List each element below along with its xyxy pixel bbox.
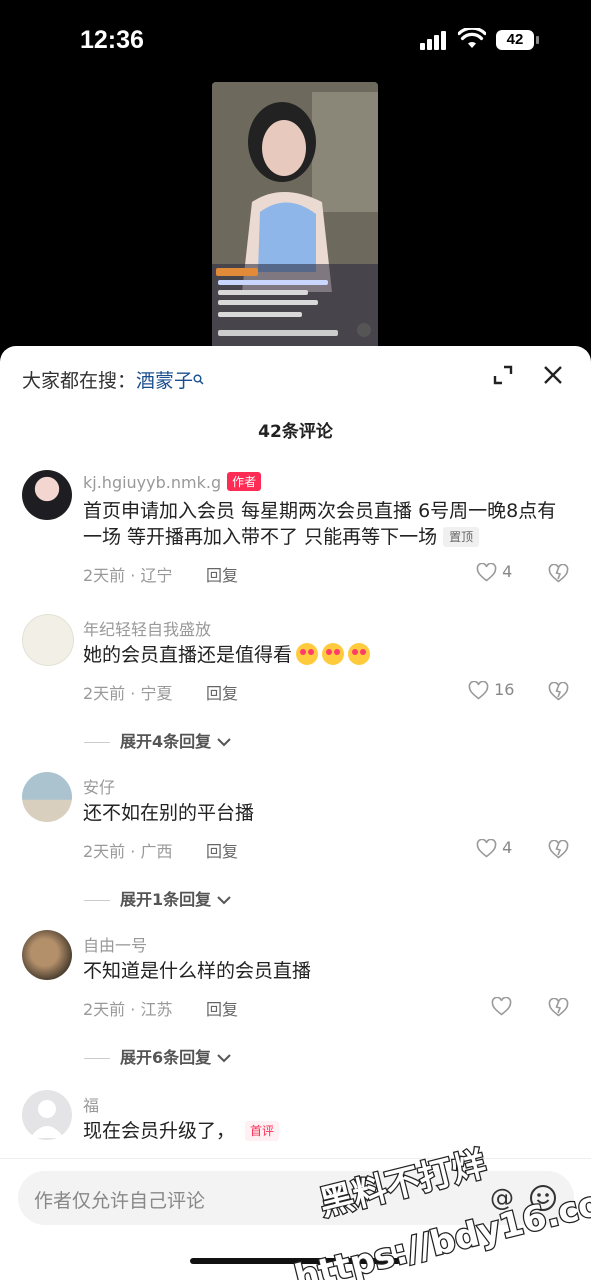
like-button[interactable]: 4: [476, 562, 512, 582]
comment-meta: 2天前 · 宁夏: [83, 684, 173, 703]
status-time: 12:36: [80, 26, 144, 54]
comment-username[interactable]: 安仔: [83, 774, 115, 798]
heart-icon: [468, 681, 489, 700]
heart-icon: [476, 563, 497, 582]
battery-icon: 42: [496, 30, 534, 50]
comment-sheet: 大家都在搜：酒蒙子 42条评论 kj.hgiuyyb.nmk.g 作者 首页申请加…: [0, 346, 591, 1280]
comment-text: 首页申请加入会员 每星期两次会员直播 6号周一晚8点有一场 等开播再加入带不了 …: [83, 500, 557, 548]
reply-button[interactable]: 回复: [206, 996, 238, 1020]
expand-replies-label: 展开6条回复: [120, 1048, 212, 1067]
default-avatar-icon[interactable]: [22, 1090, 72, 1140]
chevron-down-icon: [217, 1054, 231, 1063]
comment-meta: 2天前 · 江苏: [83, 1000, 173, 1019]
first-comment-badge: 首评: [245, 1121, 280, 1141]
comment-text: 还不如在别的平台播: [83, 802, 255, 824]
live-video-preview[interactable]: [212, 82, 378, 350]
reply-button[interactable]: 回复: [206, 680, 238, 704]
dislike-heart-icon[interactable]: [548, 998, 569, 1017]
author-badge: 作者: [227, 472, 262, 491]
like-count: 4: [502, 838, 513, 857]
chevron-down-icon: [217, 896, 231, 905]
search-keyword-link[interactable]: 酒蒙子: [136, 370, 193, 392]
avatar[interactable]: [22, 614, 74, 666]
heart-eyes-emoji-icon: [322, 643, 345, 665]
status-bar: 12:36 42: [0, 0, 591, 80]
heart-icon: [491, 997, 512, 1016]
avatar[interactable]: [22, 772, 72, 822]
close-icon[interactable]: [540, 362, 566, 388]
search-prefix-label: 大家都在搜：: [22, 370, 137, 392]
comment-text: 现在会员升级了，: [83, 1120, 236, 1142]
dislike-heart-icon[interactable]: [548, 682, 569, 701]
reply-button[interactable]: 回复: [206, 838, 238, 862]
input-placeholder: 作者仅允许自己评论: [34, 1190, 206, 1212]
comment-username[interactable]: 福: [83, 1092, 99, 1116]
avatar[interactable]: [22, 930, 72, 980]
comment-text: 不知道是什么样的会员直播: [83, 960, 312, 982]
expand-replies-button[interactable]: 展开6条回复: [84, 1044, 231, 1068]
like-count: 16: [494, 680, 515, 699]
like-button[interactable]: 4: [476, 838, 512, 858]
heart-eyes-emoji-icon: [296, 643, 319, 665]
avatar[interactable]: [22, 470, 72, 520]
comment-meta: 2天前 · 广西: [83, 842, 173, 861]
emoji-icon[interactable]: [529, 1184, 557, 1212]
expand-replies-label: 展开1条回复: [120, 890, 212, 909]
heart-icon: [476, 839, 497, 858]
search-icon: [193, 368, 204, 385]
comment-username[interactable]: 自由一号: [83, 932, 147, 956]
like-button[interactable]: [491, 996, 512, 1016]
comment-username[interactable]: 年纪轻轻自我盛放: [83, 616, 211, 640]
expand-replies-button[interactable]: 展开1条回复: [84, 886, 231, 910]
dislike-heart-icon[interactable]: [548, 840, 569, 859]
comment-count-title: 42条评论: [258, 422, 333, 442]
mention-icon[interactable]: @: [490, 1184, 514, 1212]
search-suggestion[interactable]: 大家都在搜：酒蒙子: [22, 366, 204, 396]
dislike-heart-icon[interactable]: [548, 564, 569, 583]
comment-text: 她的会员直播还是值得看: [83, 644, 293, 666]
comment-input[interactable]: 作者仅允许自己评论 @: [18, 1171, 574, 1225]
home-indicator: [190, 1258, 401, 1264]
chevron-down-icon: [217, 738, 231, 747]
expand-replies-label: 展开4条回复: [120, 732, 212, 751]
expand-replies-button[interactable]: 展开4条回复: [84, 728, 231, 752]
comment-username[interactable]: kj.hgiuyyb.nmk.g: [83, 473, 221, 492]
comment-meta: 2天前 · 辽宁: [83, 566, 173, 585]
expand-icon[interactable]: [490, 362, 516, 388]
like-button[interactable]: 16: [468, 680, 514, 700]
reply-button[interactable]: 回复: [206, 562, 238, 586]
cellular-signal-icon: [420, 30, 448, 50]
like-count: 4: [502, 562, 513, 581]
wifi-icon: [458, 28, 486, 48]
pinned-badge: 置顶: [443, 527, 480, 547]
heart-eyes-emoji-icon: [348, 643, 371, 665]
video-frame-image: [212, 82, 378, 350]
